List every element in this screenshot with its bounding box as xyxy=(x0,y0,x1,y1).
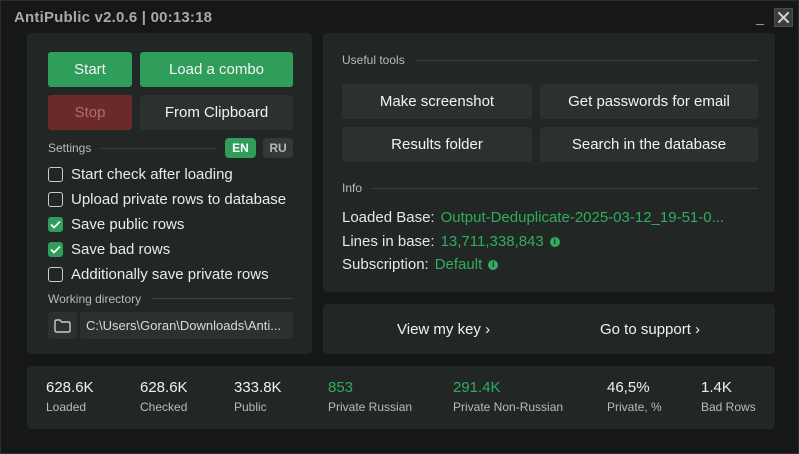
get-passwords-button[interactable]: Get passwords for email xyxy=(540,84,758,119)
results-folder-button[interactable]: Results folder xyxy=(342,127,532,162)
stat-item: 628.6K Loaded xyxy=(46,379,94,414)
stat-value: 628.6K xyxy=(46,379,94,396)
stat-label: Loaded xyxy=(46,400,87,414)
settings-option[interactable]: Additionally save private rows xyxy=(48,264,269,284)
from-clipboard-button[interactable]: From Clipboard xyxy=(140,95,293,130)
stat-value: 333.8K xyxy=(234,379,282,396)
settings-label: Settings xyxy=(48,141,92,155)
stat-value: 46,5% xyxy=(607,379,650,396)
loaded-base-row: Loaded Base: Output-Deduplicate-2025-03-… xyxy=(342,209,724,226)
app-window: AntiPublic v2.0.6 | 00:13:18 _ Start Loa… xyxy=(0,0,799,454)
settings-option[interactable]: Start check after loading xyxy=(48,164,233,184)
working-directory-label: Working directory xyxy=(48,292,142,306)
settings-divider xyxy=(101,148,217,149)
stat-item: 291.4K Private Non-Russian xyxy=(453,379,563,414)
stat-label: Private Russian xyxy=(328,400,413,414)
folder-icon xyxy=(54,318,71,333)
settings-option[interactable]: Save public rows xyxy=(48,214,184,234)
working-directory-divider xyxy=(151,298,293,299)
title-bar[interactable]: AntiPublic v2.0.6 | 00:13:18 _ xyxy=(1,1,798,33)
go-to-support-link[interactable]: Go to support › xyxy=(600,321,700,338)
view-my-key-link[interactable]: View my key › xyxy=(397,321,490,338)
browse-folder-button[interactable] xyxy=(48,312,77,339)
subscription-key: Subscription: xyxy=(342,256,429,273)
stat-item: 1.4K Bad Rows xyxy=(701,379,756,414)
stat-label: Private, % xyxy=(607,400,662,414)
stat-value: 1.4K xyxy=(701,379,732,396)
useful-tools-divider xyxy=(415,60,758,61)
settings-option[interactable]: Upload private rows to database xyxy=(48,189,286,209)
tools-panel xyxy=(323,33,775,292)
load-combo-button[interactable]: Load a combo xyxy=(140,52,293,87)
stat-label: Checked xyxy=(140,400,188,414)
checkmark-icon xyxy=(50,220,61,229)
info-icon[interactable]: i xyxy=(549,236,560,247)
info-label: Info xyxy=(342,181,363,195)
stat-label: Private Non-Russian xyxy=(453,400,564,414)
start-button[interactable]: Start xyxy=(48,52,132,87)
stat-item: 46,5% Private, % xyxy=(607,379,662,414)
links-panel xyxy=(323,304,775,354)
settings-option-label: Save public rows xyxy=(71,215,185,233)
stat-value: 291.4K xyxy=(453,379,501,396)
subscription-value: Default xyxy=(434,256,483,273)
checkbox[interactable] xyxy=(48,191,63,207)
minimize-button[interactable]: _ xyxy=(753,8,767,26)
checkbox[interactable] xyxy=(48,266,63,282)
loaded-base-key: Loaded Base: xyxy=(342,209,435,226)
lines-in-base-key: Lines in base: xyxy=(342,233,435,250)
make-screenshot-button[interactable]: Make screenshot xyxy=(342,84,532,119)
stat-label: Bad Rows xyxy=(701,400,756,414)
checkmark-icon xyxy=(50,245,61,254)
stat-item: 853 Private Russian xyxy=(328,379,412,414)
info-divider xyxy=(371,188,758,189)
search-database-button[interactable]: Search in the database xyxy=(540,127,758,162)
stat-label: Public xyxy=(234,400,267,414)
settings-option-label: Save bad rows xyxy=(71,240,171,258)
settings-option-label: Additionally save private rows xyxy=(71,265,269,283)
close-icon xyxy=(778,12,789,23)
lines-in-base-row: Lines in base: 13,711,338,843 i xyxy=(342,233,560,250)
stop-button[interactable]: Stop xyxy=(48,95,132,130)
lang-ru-toggle[interactable]: RU xyxy=(263,138,293,158)
settings-option-label: Upload private rows to database xyxy=(71,190,287,208)
window-title: AntiPublic v2.0.6 | 00:13:18 xyxy=(14,9,213,26)
close-button[interactable] xyxy=(774,8,793,27)
loaded-base-value: Output-Deduplicate-2025-03-12_19-51-0... xyxy=(440,209,725,226)
useful-tools-label: Useful tools xyxy=(342,53,405,67)
stat-item: 333.8K Public xyxy=(234,379,282,414)
checkbox[interactable] xyxy=(48,216,63,232)
checkbox[interactable] xyxy=(48,241,63,257)
settings-option-label: Start check after loading xyxy=(71,165,233,183)
settings-option[interactable]: Save bad rows xyxy=(48,239,170,259)
lang-en-toggle[interactable]: EN xyxy=(225,138,256,158)
stat-item: 628.6K Checked xyxy=(140,379,188,414)
stat-value: 628.6K xyxy=(140,379,188,396)
lines-in-base-value: 13,711,338,843 xyxy=(440,233,544,250)
subscription-row: Subscription: Default i xyxy=(342,256,499,273)
working-directory-field[interactable]: C:\Users\Goran\Downloads\Anti... xyxy=(80,312,293,339)
checkbox[interactable] xyxy=(48,166,63,182)
info-icon[interactable]: i xyxy=(488,259,499,270)
stat-value: 853 xyxy=(328,379,354,396)
